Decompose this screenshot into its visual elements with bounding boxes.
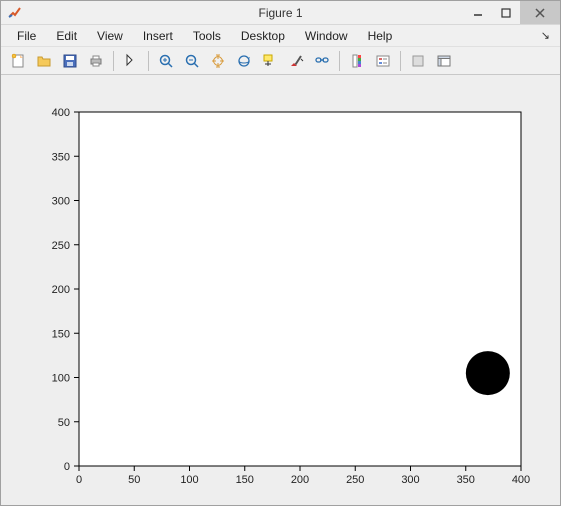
new-figure-button[interactable]	[6, 50, 30, 72]
dock-arrow-icon[interactable]: ↘	[541, 29, 554, 42]
brush-button[interactable]	[284, 50, 308, 72]
menu-help[interactable]: Help	[358, 27, 403, 45]
menu-view[interactable]: View	[87, 27, 133, 45]
x-tick-label: 300	[401, 474, 419, 486]
plot-box	[79, 112, 521, 466]
rotate-3d-button[interactable]	[232, 50, 256, 72]
insert-colorbar-button[interactable]	[345, 50, 369, 72]
y-tick-label: 200	[52, 284, 70, 296]
hide-plot-tools-button[interactable]	[406, 50, 430, 72]
data-cursor-button[interactable]	[258, 50, 282, 72]
toolbar-separator	[113, 51, 114, 71]
y-tick-label: 50	[58, 417, 70, 429]
maximize-button[interactable]	[492, 1, 520, 24]
y-tick-label: 0	[64, 461, 70, 473]
toolbar-separator	[339, 51, 340, 71]
menu-window[interactable]: Window	[295, 27, 358, 45]
zoom-in-button[interactable]	[154, 50, 178, 72]
open-file-button[interactable]	[32, 50, 56, 72]
x-tick-label: 150	[236, 474, 254, 486]
toolbar	[1, 47, 560, 75]
axes-container: 0 50 100 150 200 250 300 350 400 0 50 100 150 200 250 3…	[1, 75, 560, 505]
data-point[interactable]	[466, 351, 510, 395]
matlab-icon	[7, 5, 23, 21]
menu-insert[interactable]: Insert	[133, 27, 183, 45]
menu-desktop[interactable]: Desktop	[231, 27, 295, 45]
x-tick-label: 200	[291, 474, 309, 486]
x-tick-label: 0	[76, 474, 82, 486]
toolbar-separator	[400, 51, 401, 71]
menubar: File Edit View Insert Tools Desktop Wind…	[1, 25, 560, 47]
y-tick-label: 400	[52, 107, 70, 119]
close-button[interactable]	[520, 1, 560, 24]
minimize-button[interactable]	[464, 1, 492, 24]
y-tick-label: 100	[52, 373, 70, 385]
x-tick-label: 400	[512, 474, 530, 486]
menu-edit[interactable]: Edit	[46, 27, 87, 45]
print-figure-button[interactable]	[84, 50, 108, 72]
insert-legend-button[interactable]	[371, 50, 395, 72]
link-plot-button[interactable]	[310, 50, 334, 72]
y-tick-label: 350	[52, 151, 70, 163]
x-tick-label: 350	[457, 474, 475, 486]
x-tick-label: 100	[180, 474, 198, 486]
figure-window: Figure 1 File Edit View Insert Tools Des…	[0, 0, 561, 506]
axes[interactable]: 0 50 100 150 200 250 300 350 400 0 50 100 150 200 250 3…	[1, 75, 560, 505]
window-controls	[464, 1, 560, 24]
y-tick-label: 250	[52, 240, 70, 252]
y-tick-label: 300	[52, 196, 70, 208]
zoom-out-button[interactable]	[180, 50, 204, 72]
x-tick-label: 50	[128, 474, 140, 486]
edit-plot-button[interactable]	[119, 50, 143, 72]
y-tick-label: 150	[52, 328, 70, 340]
save-figure-button[interactable]	[58, 50, 82, 72]
menu-file[interactable]: File	[7, 27, 46, 45]
show-plot-tools-button[interactable]	[432, 50, 456, 72]
menu-tools[interactable]: Tools	[183, 27, 231, 45]
x-tick-label: 250	[346, 474, 364, 486]
titlebar: Figure 1	[1, 1, 560, 25]
toolbar-separator	[148, 51, 149, 71]
pan-button[interactable]	[206, 50, 230, 72]
